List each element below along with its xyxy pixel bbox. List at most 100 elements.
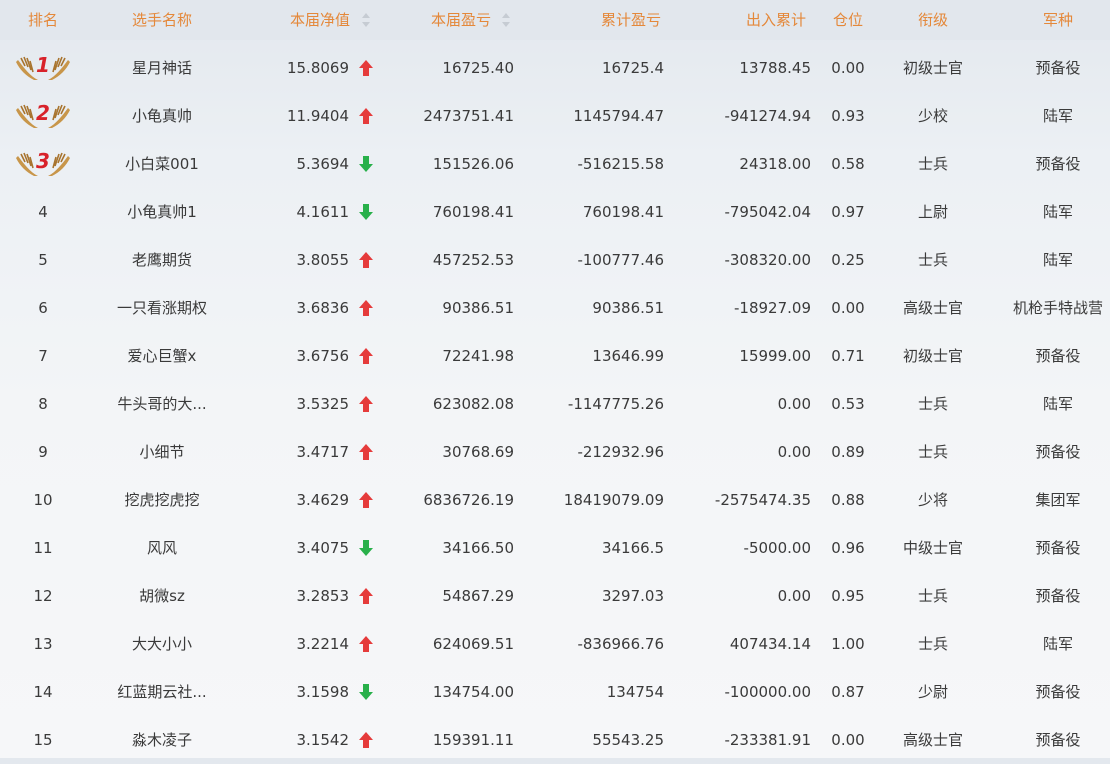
inout-total: -233381.91: [724, 731, 811, 749]
profit: 457252.53: [432, 251, 514, 269]
up-arrow-icon: [359, 252, 373, 268]
rank-number: 15: [33, 731, 53, 749]
table-row[interactable]: 9 小细节 3.4717 30768.69 -212932.96 0.00 0.89 士兵 预备…: [0, 428, 1110, 476]
up-arrow-icon: [359, 636, 373, 652]
medal-icon: 1: [16, 53, 70, 82]
cumulative-profit: 90386.51: [592, 299, 664, 317]
branch: 陆军: [1042, 203, 1074, 221]
player-name[interactable]: 小龟真帅1: [127, 188, 197, 236]
profit: 16725.40: [442, 59, 514, 77]
table-row[interactable]: 13 大大小小 3.2214 624069.51 -836966.76 407434.14…: [0, 620, 1110, 668]
net-value: 3.1542: [296, 731, 350, 749]
table-row[interactable]: 15 淼木凌子 3.1542 159391.11 55543.25 -233381.91 0…: [0, 716, 1110, 764]
position: 0.87: [831, 683, 865, 701]
player-name[interactable]: 风风: [147, 524, 177, 572]
player-name[interactable]: 牛头哥的大...: [117, 380, 206, 428]
cumulative-profit: 16725.4: [601, 59, 664, 77]
table-row[interactable]: 6 一只看涨期权 3.6836 90386.51 90386.51 -18927.09 0.…: [0, 284, 1110, 332]
net-value: 3.4075: [296, 539, 350, 557]
table-row[interactable]: 2 小龟真帅 11.9404 2473751.41 1145794.47 -941274.…: [0, 92, 1110, 140]
profit: 151526.06: [432, 155, 514, 173]
inout-total: 407434.14: [729, 635, 811, 653]
down-arrow-icon: [359, 156, 373, 172]
table-row[interactable]: 14 红蓝期云社... 3.1598 134754.00 134754 -100000.0…: [0, 668, 1110, 716]
col-inout-header[interactable]: 出入累计: [746, 0, 806, 40]
position: 0.93: [831, 107, 865, 125]
inout-total: -308320.00: [724, 251, 811, 269]
branch: 预备役: [1035, 443, 1081, 461]
rank-title: 士兵: [917, 635, 949, 653]
profit: 6836726.19: [423, 491, 514, 509]
table-row[interactable]: 11 风风 3.4075 34166.50 34166.5 -5000.00 0.96 中级士…: [0, 524, 1110, 572]
rank-title: 初级士官: [902, 59, 964, 77]
table-row[interactable]: 1 星月神话 15.8069 16725.40 16725.4 13788.45 0.00 初…: [0, 44, 1110, 92]
player-name[interactable]: 胡微sz: [139, 572, 185, 620]
player-name[interactable]: 小细节: [139, 428, 184, 476]
inout-total: 0.00: [777, 587, 811, 605]
col-player-header: 选手名称: [131, 11, 193, 29]
sort-icon[interactable]: [502, 13, 511, 27]
position: 0.89: [831, 443, 865, 461]
position: 0.71: [831, 347, 865, 365]
rank-title: 少校: [917, 107, 949, 125]
net-value: 3.2214: [296, 635, 350, 653]
position: 0.58: [831, 155, 865, 173]
cumulative-profit: 34166.5: [601, 539, 664, 557]
cumulative-profit: 55543.25: [592, 731, 664, 749]
profit: 624069.51: [432, 635, 514, 653]
player-name[interactable]: 老鹰期货: [132, 236, 192, 284]
branch: 陆军: [1042, 107, 1074, 125]
player-name[interactable]: 一只看涨期权: [117, 284, 207, 332]
medal-icon: 3: [16, 149, 70, 178]
cumulative-profit: 1145794.47: [573, 107, 664, 125]
col-net-value-header[interactable]: 本届净值: [290, 0, 350, 40]
rank-title: 高级士官: [902, 731, 964, 749]
table-row[interactable]: 7 爱心巨蟹x 3.6756 72241.98 13646.99 15999.00 0.71…: [0, 332, 1110, 380]
player-name[interactable]: 星月神话: [132, 44, 192, 92]
player-name[interactable]: 爱心巨蟹x: [128, 332, 197, 380]
player-name[interactable]: 小龟真帅: [132, 92, 192, 140]
col-rank-header[interactable]: 排名: [28, 0, 58, 40]
col-cumulative-header[interactable]: 累计盈亏: [601, 0, 661, 40]
player-name[interactable]: 淼木凌子: [132, 716, 192, 764]
position: 0.88: [831, 491, 865, 509]
table-row[interactable]: 10 挖虎挖虎挖 3.4629 6836726.19 18419079.09 -25754…: [0, 476, 1110, 524]
rank-title: 中级士官: [902, 539, 964, 557]
rank-title: 士兵: [917, 395, 949, 413]
net-value: 3.4629: [296, 491, 350, 509]
up-arrow-icon: [359, 444, 373, 460]
rank-number: 6: [38, 299, 48, 317]
rank-title: 士兵: [917, 155, 949, 173]
up-arrow-icon: [359, 348, 373, 364]
cumulative-profit: -1147775.26: [567, 395, 664, 413]
table-row[interactable]: 12 胡微sz 3.2853 54867.29 3297.03 0.00 0.95 士兵 预备役: [0, 572, 1110, 620]
sort-icon[interactable]: [362, 13, 371, 27]
medal-rank-number: 1: [36, 54, 50, 77]
profit: 134754.00: [432, 683, 514, 701]
player-name[interactable]: 红蓝期云社...: [117, 668, 206, 716]
col-profit-header[interactable]: 本届盈亏: [431, 0, 491, 40]
cumulative-profit: -100777.46: [577, 251, 664, 269]
up-arrow-icon: [359, 732, 373, 748]
table-row[interactable]: 4 小龟真帅1 4.1611 760198.41 760198.41 -795042.04…: [0, 188, 1110, 236]
col-position-header[interactable]: 仓位: [833, 0, 863, 40]
branch: 集团军: [1035, 491, 1081, 509]
table-row[interactable]: 8 牛头哥的大... 3.5325 623082.08 -1147775.26 0.00 0…: [0, 380, 1110, 428]
profit: 760198.41: [432, 203, 514, 221]
player-name[interactable]: 挖虎挖虎挖: [124, 476, 199, 524]
down-arrow-icon: [359, 540, 373, 556]
net-value: 11.9404: [286, 107, 349, 125]
branch: 预备役: [1035, 155, 1081, 173]
branch: 预备役: [1035, 347, 1081, 365]
player-name[interactable]: 大大小小: [132, 620, 192, 668]
table-row[interactable]: 5 老鹰期货 3.8055 457252.53 -100777.46 -308320.00…: [0, 236, 1110, 284]
table-row[interactable]: 3 小白菜001 5.3694 151526.06 -516215.58 24318.00…: [0, 140, 1110, 188]
col-branch-header: 军种: [1042, 11, 1074, 29]
up-arrow-icon: [359, 492, 373, 508]
up-arrow-icon: [359, 588, 373, 604]
rank-title: 上尉: [917, 203, 949, 221]
rank-number: 14: [33, 683, 53, 701]
position: 0.95: [831, 587, 865, 605]
player-name[interactable]: 小白菜001: [125, 140, 199, 188]
profit: 72241.98: [442, 347, 514, 365]
